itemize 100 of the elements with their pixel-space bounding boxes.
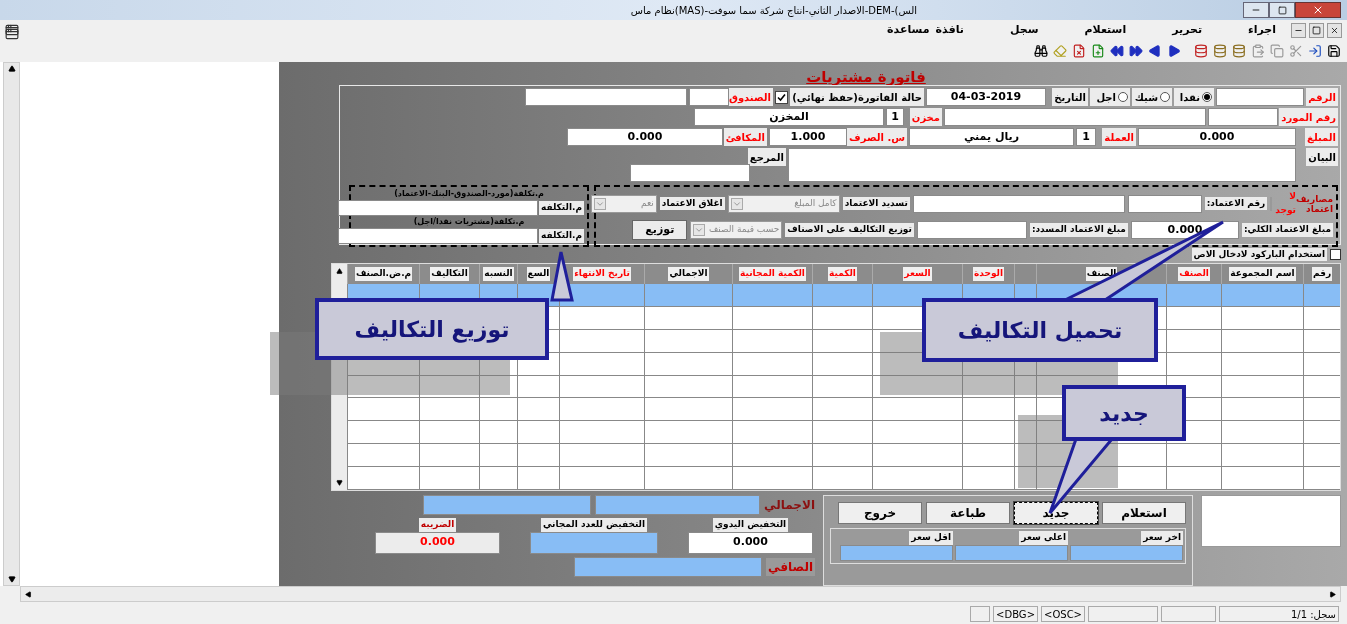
text-field[interactable] <box>574 556 763 577</box>
field-label: المبلغ <box>1305 128 1338 146</box>
column-header[interactable]: الصنف <box>1178 267 1210 281</box>
menu-item[interactable]: استعلام <box>1084 21 1127 39</box>
text-field[interactable]: ريال يمني <box>909 128 1074 146</box>
last-icon[interactable] <box>1129 44 1143 58</box>
text-field[interactable] <box>1127 194 1202 213</box>
previous-icon[interactable] <box>1148 44 1162 58</box>
text-field[interactable] <box>912 194 1125 213</box>
column-header[interactable]: النسبه <box>483 267 514 281</box>
text-field[interactable]: 0.000 <box>688 531 813 554</box>
text-field[interactable]: 0.000 <box>567 128 723 146</box>
text-field[interactable] <box>1216 88 1304 106</box>
save-icon[interactable] <box>1327 44 1341 58</box>
copy-icon[interactable] <box>1270 44 1284 58</box>
text-field[interactable] <box>1208 108 1278 126</box>
text-field[interactable]: 0.000 <box>1130 221 1239 239</box>
field-label: مخزن <box>909 108 942 126</box>
mdi-restore-button[interactable] <box>1309 22 1324 38</box>
restore-button[interactable] <box>1269 2 1295 18</box>
field-label: الرقم <box>1306 88 1338 106</box>
radio-option[interactable]: شيك <box>1132 88 1172 106</box>
column-header[interactable]: السعر <box>903 267 932 281</box>
scrollbar[interactable] <box>20 586 1341 602</box>
distribute-button[interactable]: توزيع <box>632 220 688 240</box>
checkbox[interactable] <box>775 90 788 104</box>
field-label: اخر سعر <box>1141 531 1183 545</box>
text-field[interactable]: 1 <box>886 108 904 126</box>
radio-option[interactable]: اجل <box>1090 88 1130 106</box>
text-field[interactable] <box>630 164 750 182</box>
mdi-icon[interactable] <box>5 27 19 41</box>
first-icon[interactable] <box>1110 44 1124 58</box>
text-field[interactable] <box>595 495 761 515</box>
credit-status: لا توجد <box>1275 190 1296 217</box>
up-arrow-icon <box>336 268 343 275</box>
status-flag: <DBG> <box>993 606 1038 622</box>
menu-item[interactable]: سجل <box>1009 21 1039 39</box>
notes-box[interactable] <box>1201 495 1341 547</box>
column-header[interactable]: الاجمالي <box>668 267 709 281</box>
window-title: نظام ماس(MAS)-الاصدار الثاني-انتاج شركة سما سوفت-DEM-(الس <box>630 3 917 18</box>
database-delete-icon[interactable] <box>1194 44 1208 58</box>
column-header[interactable]: اسم المجموعة <box>1229 267 1296 281</box>
delete-record-icon[interactable] <box>1072 44 1086 58</box>
text-field[interactable] <box>530 531 658 554</box>
action-button[interactable]: جديد <box>1014 502 1098 524</box>
text-field[interactable] <box>840 544 953 561</box>
text-field[interactable] <box>689 88 729 106</box>
text-field[interactable] <box>423 495 592 515</box>
column-header[interactable]: تاريخ الانتهاء <box>573 267 631 281</box>
scrollbar[interactable] <box>3 62 20 586</box>
text-field[interactable] <box>338 200 538 216</box>
column-header[interactable]: الكمية المجانية <box>739 267 806 281</box>
field-label: م.التكلفه <box>539 201 584 215</box>
minimize-button[interactable] <box>1243 2 1269 18</box>
next-icon[interactable] <box>1167 44 1181 58</box>
text-field[interactable] <box>944 108 1206 126</box>
text-field[interactable]: 1 <box>1076 128 1096 146</box>
database-table-icon[interactable] <box>1213 44 1227 58</box>
text-field[interactable] <box>916 221 1027 239</box>
eraser-icon[interactable] <box>1053 44 1067 58</box>
text-field[interactable] <box>1070 544 1183 561</box>
menu-item[interactable]: اجراء <box>1248 21 1276 39</box>
scissors-icon[interactable] <box>1289 44 1303 58</box>
menu-item[interactable]: تحرير <box>1172 21 1203 39</box>
text-field[interactable] <box>788 148 1296 182</box>
app-icon[interactable] <box>5 23 19 37</box>
field-label: الضريبه <box>418 518 457 532</box>
mdi-minimize-button[interactable] <box>1291 22 1306 38</box>
radio-option[interactable]: نقدا <box>1174 88 1214 106</box>
menu-item[interactable]: نافذة <box>935 21 964 39</box>
close-icon <box>1330 25 1339 35</box>
close-icon <box>1312 4 1324 16</box>
column-header[interactable]: الوحدة <box>972 267 1005 281</box>
paste-icon[interactable] <box>1251 44 1265 58</box>
add-record-icon[interactable] <box>1091 44 1105 58</box>
column-header[interactable]: رقم <box>1311 267 1333 281</box>
mdi-close-button[interactable] <box>1327 22 1342 38</box>
binoculars-icon[interactable] <box>1034 44 1048 58</box>
column-header[interactable]: التكاليف <box>430 267 469 281</box>
field-label: اقل سعر <box>909 531 953 545</box>
action-button[interactable]: طباعة <box>926 502 1010 524</box>
text-field[interactable] <box>338 228 538 244</box>
text-field[interactable]: المخزن <box>694 108 884 126</box>
column-header[interactable]: م.ض.الصنف <box>354 267 413 281</box>
text-field[interactable]: 1.000 <box>769 128 847 146</box>
status-flag: <OSC> <box>1041 606 1085 622</box>
column-header[interactable]: الكمية <box>828 267 857 281</box>
checkbox[interactable] <box>1330 249 1341 260</box>
action-button[interactable]: استعلام <box>1102 502 1186 524</box>
database-query-icon[interactable] <box>1232 44 1246 58</box>
text-field[interactable]: 0.000 <box>1138 128 1296 146</box>
column-header[interactable]: السع <box>526 267 551 281</box>
text-field[interactable] <box>955 544 1068 561</box>
text-field[interactable]: 04-03-2019 <box>926 88 1046 106</box>
field-label: المكافئ <box>723 128 767 146</box>
menu-item[interactable]: مساعدة <box>887 21 930 39</box>
action-button[interactable]: خروج <box>838 502 922 524</box>
door-arrow-icon[interactable] <box>1308 44 1322 58</box>
text-field[interactable] <box>525 88 687 106</box>
field-label: المرجع <box>747 148 786 166</box>
